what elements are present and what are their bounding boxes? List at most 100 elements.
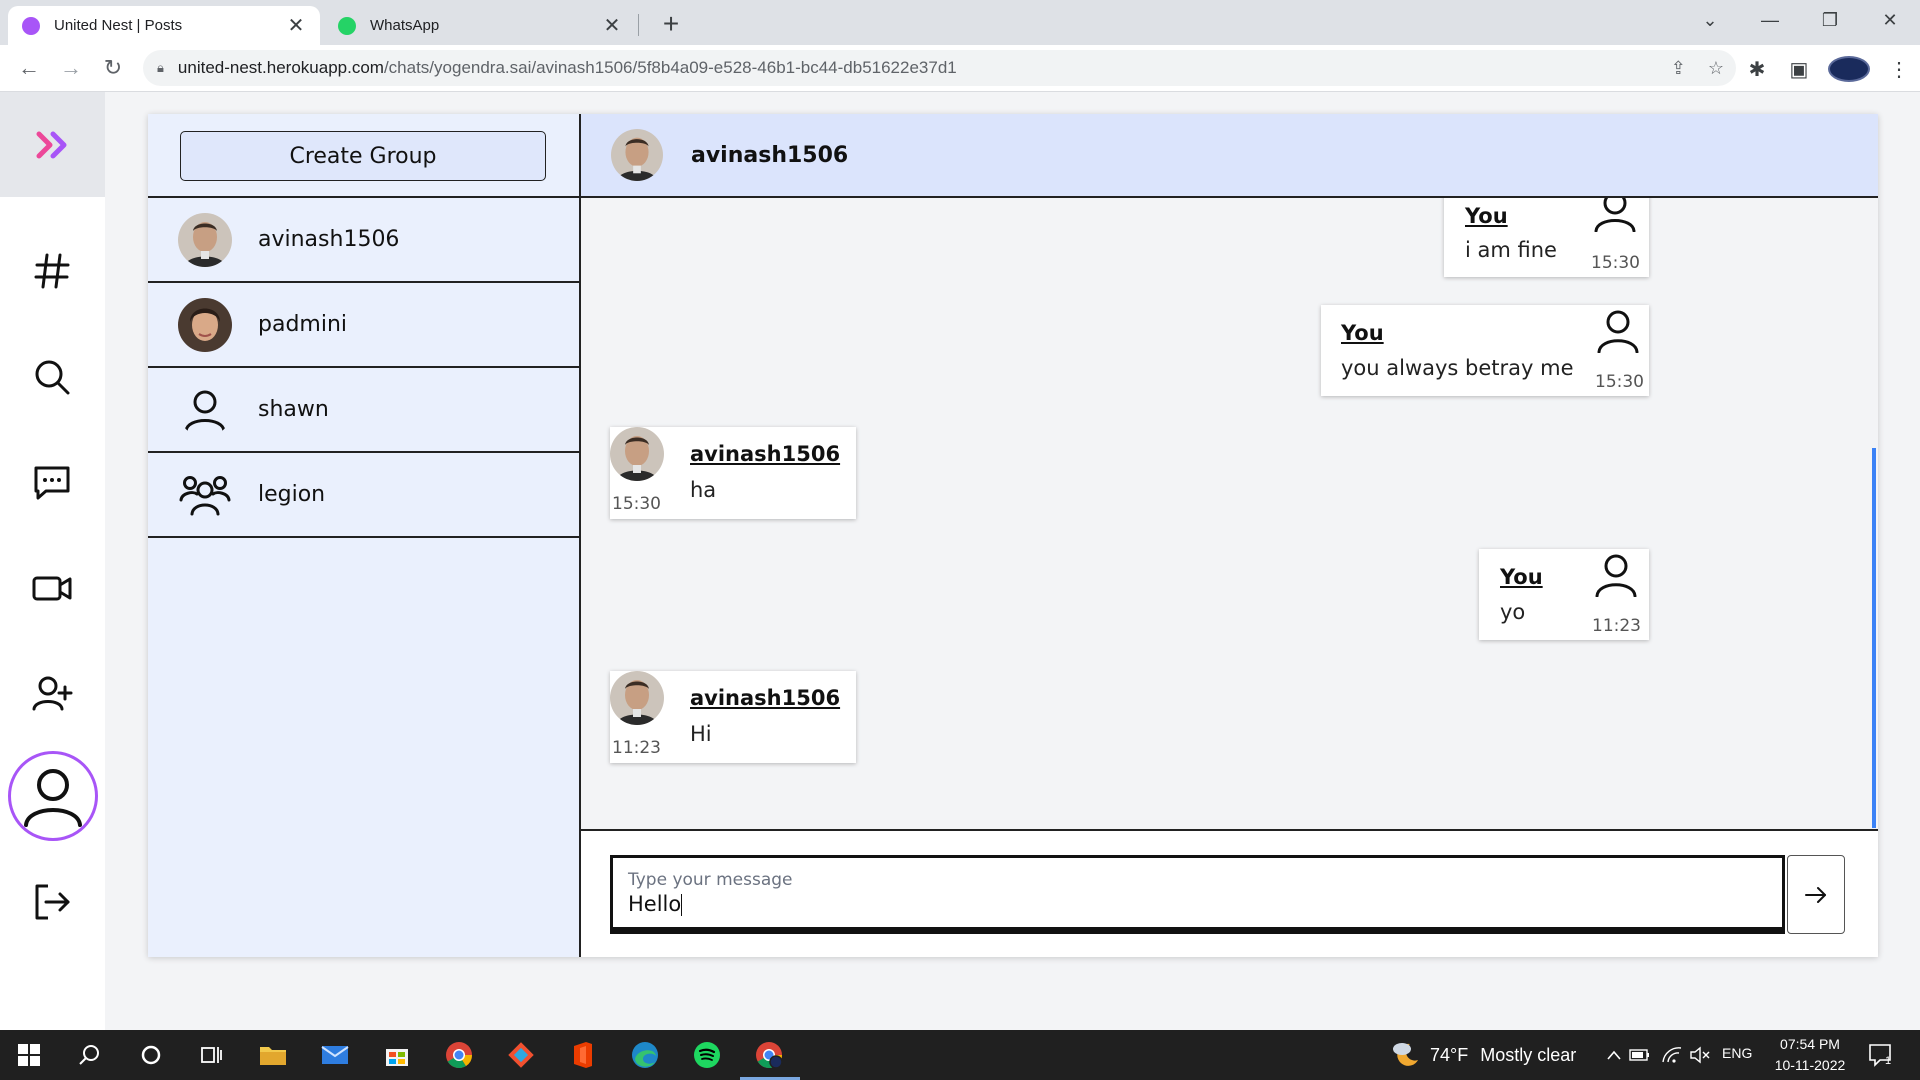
contact-name: avinash1506 [258,227,400,252]
message-time: 15:30 [1595,372,1644,392]
volume-muted-icon[interactable] [1683,1038,1717,1072]
forward-button[interactable]: → [56,53,86,83]
left-nav [0,92,105,1030]
search-icon[interactable] [26,351,78,403]
window-controls: ⌄ — ❐ ✕ [1680,0,1920,40]
message-text: ha [690,478,717,502]
message-text: you always betray me [1341,356,1574,380]
hashtag-icon[interactable] [26,245,78,297]
scrollbar[interactable] [1872,448,1876,828]
close-tab-icon[interactable]: ✕ [286,13,306,38]
avatar [178,297,232,352]
message-sender: avinash1506 [690,686,841,710]
back-button[interactable]: ← [14,53,44,83]
windows-taskbar: 74°F Mostly clear ENG 07:54 PM 10-11-202… [0,1030,1920,1080]
share-icon[interactable]: ⇪ [1671,58,1686,79]
language-indicator[interactable]: ENG [1722,1045,1752,1061]
video-icon[interactable] [26,562,78,614]
logout-icon[interactable] [26,876,78,928]
add-user-icon[interactable] [26,667,78,719]
search-icon[interactable] [72,1038,106,1072]
contact-item[interactable]: legion [148,453,579,538]
contact-item[interactable]: avinash1506 [148,198,579,283]
contact-name: shawn [258,397,329,422]
logo[interactable] [0,92,105,197]
browser-profile-avatar[interactable] [1828,56,1870,82]
new-tab-button[interactable]: + [656,8,686,40]
tab-title: WhatsApp [370,17,440,34]
browser-menu-icon[interactable]: ⋮ [1878,57,1920,82]
task-view-icon[interactable] [194,1038,228,1072]
weather-widget[interactable]: 74°F Mostly clear [1390,1030,1576,1080]
close-tab-icon[interactable]: ✕ [602,13,622,38]
reload-button[interactable]: ↻ [98,53,128,83]
create-group-button[interactable]: Create Group [180,131,546,181]
chrome-icon[interactable] [442,1038,476,1072]
message-bubble: avinash1506 Hi 11:23 [610,671,856,763]
restore-button[interactable]: ❐ [1800,0,1860,40]
spotify-icon[interactable] [690,1038,724,1072]
contact-item[interactable]: padmini [148,283,579,368]
close-window-button[interactable]: ✕ [1860,0,1920,40]
contact-name: legion [258,482,326,507]
message-sender: avinash1506 [690,442,841,466]
message-list[interactable]: You i am fine 15:30 You you always betra… [581,198,1878,829]
message-sender: You [1465,204,1508,228]
weather-text: Mostly clear [1480,1044,1577,1065]
git-icon[interactable] [504,1038,538,1072]
tab-search-icon[interactable]: ⌄ [1680,0,1740,40]
arrow-right-icon [1805,886,1826,903]
extensions-icon[interactable]: ✱ [1736,57,1778,82]
windows-start-icon[interactable] [12,1038,46,1072]
message-input-value: Hello [628,892,683,916]
clock[interactable]: 07:54 PM 10-11-2022 [1770,1034,1850,1076]
contact-item[interactable]: shawn [148,368,579,453]
message-bubble: avinash1506 ha 15:30 [610,427,856,519]
chat-icon[interactable] [26,457,78,509]
bookmark-star-icon[interactable]: ☆ [1708,58,1724,79]
message-time: 15:30 [1591,253,1640,273]
chat-panel: avinash1506 You i am fine 15:30 You you … [581,114,1878,957]
user-icon [1594,198,1636,232]
battery-icon[interactable] [1623,1038,1657,1072]
user-icon [1595,554,1637,597]
url-text: united-nest.herokuapp.com/chats/yogendra… [177,58,957,77]
user-icon [178,383,232,437]
notifications-icon[interactable]: 1 [1864,1038,1898,1072]
mail-icon[interactable] [318,1038,352,1072]
whatsapp-favicon-icon [338,16,356,35]
tab-separator [638,14,639,36]
tab-whatsapp[interactable]: WhatsApp ✕ [324,6,636,45]
message-time: 15:30 [612,494,661,514]
profile-avatar[interactable] [8,751,98,841]
address-bar[interactable]: 🔒︎ united-nest.herokuapp.com/chats/yogen… [143,50,1736,86]
file-explorer-icon[interactable] [256,1038,290,1072]
minimize-button[interactable]: — [1740,0,1800,40]
contacts-panel: Create Group avinash1506 padmini shawn l… [148,114,581,957]
side-panel-icon[interactable]: ▣ [1778,57,1820,82]
message-text: i am fine [1465,238,1557,262]
avatar [611,129,663,181]
office-icon[interactable] [566,1038,600,1072]
chat-contact-name: avinash1506 [691,142,849,168]
tab-united-nest[interactable]: United Nest | Posts ✕ [8,6,320,45]
message-input[interactable]: Type your message Hello [610,855,1785,934]
send-button[interactable] [1787,855,1845,934]
avatar [178,212,232,267]
avatar [610,671,664,725]
lock-icon[interactable]: 🔒︎ [157,60,164,76]
notification-count: 1 [1885,1055,1892,1067]
message-text: Hi [690,722,712,746]
united-nest-favicon-icon [22,16,40,35]
create-group-section: Create Group [148,114,579,198]
message-bubble: You yo 11:23 [1479,549,1649,640]
moon-cloud-icon [1393,1043,1418,1066]
cortana-icon[interactable] [134,1038,168,1072]
group-icon [178,468,232,522]
message-input-placeholder: Type your message [628,870,793,890]
chrome-profile-icon[interactable] [752,1038,786,1072]
edge-icon[interactable] [628,1038,662,1072]
microsoft-store-icon[interactable] [380,1038,414,1072]
message-time: 11:23 [612,738,661,758]
tab-title: United Nest | Posts [54,17,183,34]
